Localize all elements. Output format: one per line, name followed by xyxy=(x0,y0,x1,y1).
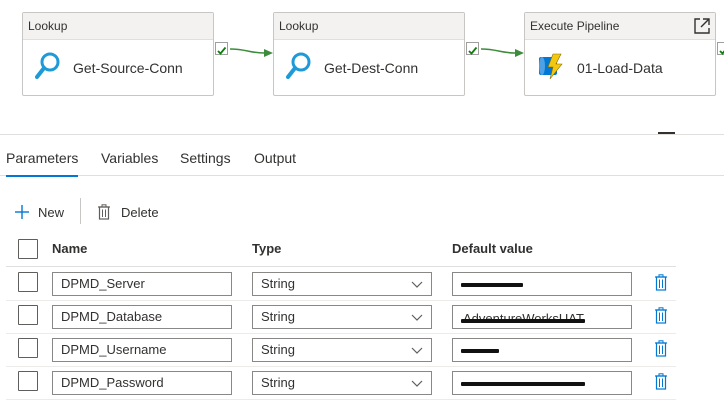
activity-type-label: Lookup xyxy=(274,13,464,40)
parameter-type-value: String xyxy=(261,309,295,324)
parameters-toolbar: New Delete xyxy=(0,196,400,228)
parameter-name-input[interactable]: DPMD_Password xyxy=(52,371,232,395)
activity-name: 01-Load-Data xyxy=(577,60,663,76)
activity-get-dest-conn[interactable]: Lookup Get-Dest-Conn xyxy=(273,12,465,96)
parameter-default-input[interactable]: AdventureWorksUAT xyxy=(452,305,632,329)
activity-type-label: Execute Pipeline xyxy=(525,13,715,40)
activity-type-text: Execute Pipeline xyxy=(530,19,620,33)
parameter-type-select[interactable]: String xyxy=(252,272,432,296)
row-checkbox[interactable] xyxy=(18,272,38,292)
plus-icon xyxy=(14,204,30,220)
tab-settings[interactable]: Settings xyxy=(180,140,231,176)
success-check-icon[interactable] xyxy=(215,42,228,55)
new-button[interactable]: New xyxy=(14,196,64,228)
parameter-type-value: String xyxy=(261,342,295,357)
pipeline-canvas[interactable]: Lookup Get-Source-Conn Lookup Get-Dest-C… xyxy=(0,0,724,134)
activity-01-load-data[interactable]: Execute Pipeline 01-Load-Data xyxy=(524,12,716,96)
toolbar-divider xyxy=(80,198,81,224)
row-checkbox[interactable] xyxy=(18,338,38,358)
success-check-icon[interactable] xyxy=(466,42,479,55)
redaction-mark xyxy=(461,382,585,386)
parameter-type-select[interactable]: String xyxy=(252,338,432,362)
activity-type-label: Lookup xyxy=(23,13,213,40)
chevron-down-icon xyxy=(411,281,423,288)
connector-arrow xyxy=(481,48,524,57)
table-row: DPMD_Server String xyxy=(6,268,676,301)
activity-get-source-conn[interactable]: Lookup Get-Source-Conn xyxy=(22,12,214,96)
success-check-icon[interactable] xyxy=(717,42,724,55)
table-row: DPMD_Database String AdventureWorksUAT xyxy=(6,301,676,334)
column-header-default: Default value xyxy=(452,241,533,256)
chevron-down-icon xyxy=(411,380,423,387)
column-header-name: Name xyxy=(52,241,88,256)
trash-icon[interactable] xyxy=(654,373,668,390)
trash-icon[interactable] xyxy=(654,307,668,324)
activity-name: Get-Dest-Conn xyxy=(324,60,419,76)
row-checkbox[interactable] xyxy=(18,371,38,391)
canvas-divider xyxy=(0,134,724,135)
delete-button-label: Delete xyxy=(121,204,159,220)
trash-icon[interactable] xyxy=(654,274,668,291)
tab-parameters[interactable]: Parameters xyxy=(6,140,79,177)
search-icon xyxy=(35,51,61,86)
redaction-mark xyxy=(461,283,523,287)
new-button-label: New xyxy=(38,204,65,220)
execute-pipeline-icon xyxy=(537,52,565,85)
trash-icon xyxy=(97,204,111,220)
properties-tabs: Parameters Variables Settings Output xyxy=(0,140,724,177)
trash-icon[interactable] xyxy=(654,340,668,357)
redaction-mark xyxy=(461,349,499,353)
table-row: DPMD_Username String xyxy=(6,334,676,367)
table-header: Name Type Default value xyxy=(6,231,676,267)
activity-name: Get-Source-Conn xyxy=(73,60,183,76)
parameter-type-select[interactable]: String xyxy=(252,371,432,395)
connector-arrow xyxy=(230,48,273,57)
row-checkbox[interactable] xyxy=(18,305,38,325)
open-external-icon[interactable] xyxy=(693,17,711,35)
parameter-type-value: String xyxy=(261,375,295,390)
parameter-name-input[interactable]: DPMD_Username xyxy=(52,338,232,362)
chevron-down-icon xyxy=(411,347,423,354)
delete-button[interactable]: Delete xyxy=(97,196,159,228)
table-row: DPMD_Password String xyxy=(6,367,676,400)
chevron-down-icon xyxy=(411,314,423,321)
select-all-checkbox[interactable] xyxy=(18,239,38,259)
parameter-default-input[interactable] xyxy=(452,371,632,395)
parameter-name-input[interactable]: DPMD_Database xyxy=(52,305,232,329)
parameter-name-input[interactable]: DPMD_Server xyxy=(52,272,232,296)
parameter-type-select[interactable]: String xyxy=(252,305,432,329)
parameter-type-value: String xyxy=(261,276,295,291)
redaction-mark xyxy=(461,319,585,323)
parameter-default-input[interactable] xyxy=(452,338,632,362)
parameter-default-input[interactable] xyxy=(452,272,632,296)
tab-variables[interactable]: Variables xyxy=(101,140,158,176)
tab-output[interactable]: Output xyxy=(254,140,296,176)
search-icon xyxy=(286,51,312,86)
column-header-type: Type xyxy=(252,241,282,256)
